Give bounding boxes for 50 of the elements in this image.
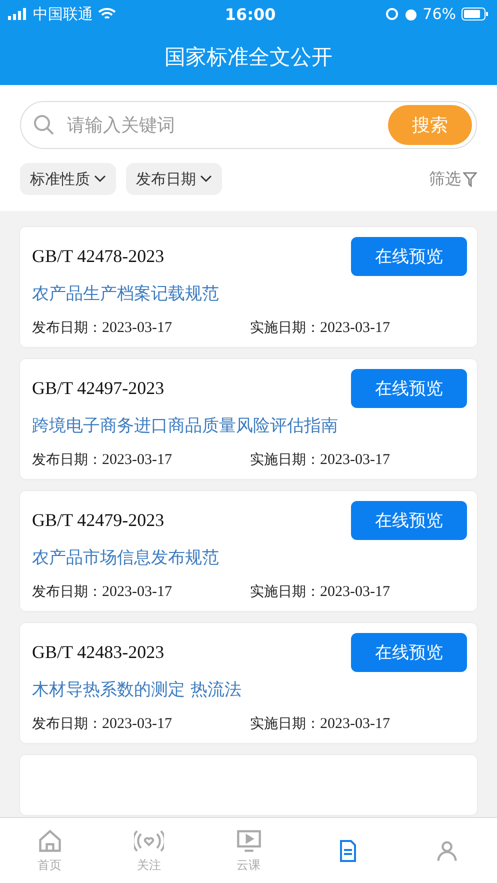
effective-date: 2023-03-17 [320, 584, 390, 600]
publish-date: 2023-03-17 [102, 320, 172, 336]
battery-percent: 76% [422, 5, 456, 23]
standard-title[interactable]: 跨境电子商务进口商品质量风险评估指南 [32, 414, 467, 437]
heart-broadcast-icon [134, 828, 164, 854]
filter-button[interactable]: 筛选 [429, 168, 477, 190]
tab-bar-item[interactable]: 首页 [0, 818, 100, 883]
signal-icon [8, 8, 28, 20]
wifi-icon [98, 8, 116, 20]
date-label: 发布日期： [32, 584, 102, 600]
effective-date: 2023-03-17 [320, 716, 390, 732]
standard-code: GB/T 42497-2023 [32, 378, 164, 399]
chevron-down-icon [94, 175, 106, 183]
standard-code: GB/T 42483-2023 [32, 642, 164, 663]
preview-button[interactable]: 在线预览 [351, 369, 467, 408]
tab-bar-item[interactable]: 关注 [99, 818, 199, 883]
page-title: 国家标准全文公开 [164, 44, 334, 70]
date-label: 发布日期： [32, 452, 102, 468]
standard-title[interactable]: 木材导热系数的测定 热流法 [32, 678, 467, 701]
battery-icon [461, 7, 489, 21]
video-screen-icon [234, 828, 263, 854]
effective-date: 2023-03-17 [320, 320, 390, 336]
date-label: 实施日期： [250, 320, 320, 336]
publish-date: 2023-03-17 [102, 452, 172, 468]
filter-dropdown[interactable]: 标准性质 [20, 163, 116, 195]
search-icon [33, 114, 55, 136]
home-icon [36, 828, 63, 854]
date-label: 发布日期： [32, 716, 102, 732]
standard-code: GB/T 42479-2023 [32, 510, 164, 531]
status-time: 16:00 [224, 4, 276, 24]
preview-button[interactable]: 在线预览 [351, 633, 467, 672]
publish-date: 2023-03-17 [102, 716, 172, 732]
date-label: 发布日期： [32, 320, 102, 336]
effective-date: 2023-03-17 [320, 452, 390, 468]
carrier-name: 中国联通 [33, 4, 93, 24]
date-label: 实施日期： [250, 584, 320, 600]
funnel-icon [463, 172, 477, 186]
search-button[interactable]: 搜索 [388, 105, 472, 145]
standard-title[interactable]: 农产品生产档案记载规范 [32, 282, 467, 305]
standard-title[interactable]: 农产品市场信息发布规范 [32, 546, 467, 569]
date-label: 实施日期： [250, 716, 320, 732]
search-field[interactable]: 请输入关键词 搜索 [20, 101, 477, 149]
tab-bar-item[interactable]: 云课 [198, 818, 298, 883]
filter-dropdown[interactable]: 发布日期 [126, 163, 222, 195]
preview-button[interactable]: 在线预览 [351, 237, 467, 276]
preview-button[interactable]: 在线预览 [351, 501, 467, 540]
chevron-down-icon [200, 175, 212, 183]
date-label: 实施日期： [250, 452, 320, 468]
standard-code: GB/T 42478-2023 [32, 246, 164, 267]
publish-date: 2023-03-17 [102, 584, 172, 600]
